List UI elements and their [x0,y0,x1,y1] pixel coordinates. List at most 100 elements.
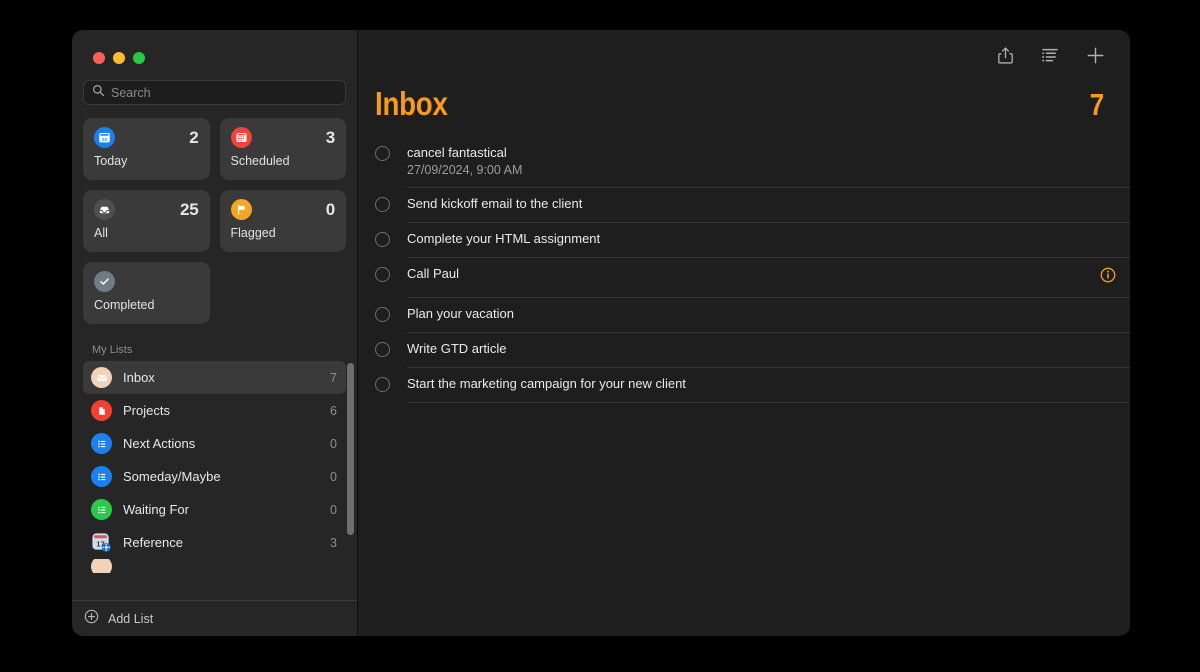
smart-card-scheduled[interactable]: 3 Scheduled [219,118,346,180]
reminder-body: Send kickoff email to the client [407,188,1130,223]
reminder-title: Plan your vacation [407,306,514,321]
reminder-body: cancel fantastical 27/09/2024, 9:00 AM [407,137,1130,188]
reminder-body: Start the marketing campaign for your ne… [407,368,1130,403]
add-list-button[interactable]: Add List [72,600,357,636]
list-options-button[interactable] [1039,44,1061,66]
sidebar-item-inbox[interactable]: Inbox 7 [83,361,346,394]
sidebar-item-inbox-count: 7 [330,370,337,385]
add-list-label: Add List [108,611,154,626]
reminder-title: Write GTD article [407,341,507,356]
page-title: Inbox [375,85,448,122]
search-box[interactable] [83,80,346,105]
sidebar-item-projects-count: 6 [330,403,337,418]
sidebar-item-waiting-for[interactable]: Waiting For 0 [83,493,346,526]
search-container [72,80,357,105]
reminder-body: Plan your vacation [407,298,1130,333]
calendar-icon [230,127,252,148]
window-controls [72,30,357,80]
sidebar-item-projects-label: Projects [123,403,170,418]
reminder-texts: cancel fantastical 27/09/2024, 9:00 AM [407,145,522,178]
smart-card-all[interactable]: 25 All [83,190,210,252]
tray-icon [94,199,115,220]
flag-icon [230,199,252,220]
reminder-texts: Send kickoff email to the client [407,196,582,211]
reminder-checkbox[interactable] [375,267,390,282]
sidebar: 23 2 Today [72,30,358,636]
smart-card-all-count: 25 [179,199,199,219]
add-reminder-button[interactable] [1084,44,1106,66]
reminder-row[interactable]: Send kickoff email to the client [358,188,1130,223]
main-content: Inbox 7 cancel fantastical 27/09/2024, 9… [358,30,1130,636]
reminder-texts: Plan your vacation [407,306,514,321]
reminder-title: Send kickoff email to the client [407,196,583,211]
sidebar-item-someday-maybe[interactable]: Someday/Maybe 0 [83,460,346,493]
smart-card-flagged-top: 0 [230,199,335,220]
reminder-body: Write GTD article [407,333,1130,368]
sidebar-item-waiting-for-label: Waiting For [123,502,189,517]
smart-card-today[interactable]: 23 2 Today [83,118,210,180]
reminders-window: 23 2 Today [72,30,1130,636]
reminder-row[interactable]: Complete your HTML assignment [358,223,1130,258]
smart-card-scheduled-label: Scheduled [230,154,290,168]
sidebar-item-partial[interactable] [83,559,346,573]
reminder-checkbox[interactable] [375,342,390,357]
reminder-title: Complete your HTML assignment [407,231,601,246]
smart-card-all-top: 25 [94,199,199,220]
sidebar-item-reference-count: 3 [330,535,337,550]
svg-text:23: 23 [102,137,107,142]
sidebar-scrollbar[interactable] [347,363,354,600]
reminder-due-date: 27/09/2024, 9:00 AM [407,163,523,177]
smart-card-completed[interactable]: Completed [83,262,210,324]
reminder-row[interactable]: Write GTD article [358,333,1130,368]
sidebar-item-next-actions[interactable]: Next Actions 0 [83,427,346,460]
my-lists-container: Inbox 7 Projects 6 Next Actions 0 Someda… [72,361,357,600]
reminder-body: Call Paul [407,258,1130,298]
search-input[interactable] [111,85,337,100]
reminder-texts: Complete your HTML assignment [407,231,600,246]
reminder-checkbox[interactable] [375,232,390,247]
smart-card-today-top: 23 2 [94,127,199,148]
smart-card-flagged[interactable]: 0 Flagged [219,190,346,252]
sidebar-item-waiting-for-count: 0 [330,502,337,517]
list-icon [91,466,112,487]
reminder-body: Complete your HTML assignment [407,223,1130,258]
share-button[interactable] [994,44,1016,66]
reminder-row[interactable]: cancel fantastical 27/09/2024, 9:00 AM [358,137,1130,188]
list-partial-icon [91,559,112,573]
reminders-list: cancel fantastical 27/09/2024, 9:00 AM S… [358,123,1130,403]
maximize-button[interactable] [133,52,145,64]
reminder-title: cancel fantastical [407,145,507,160]
smart-card-today-label: Today [94,154,128,168]
sidebar-item-reference[interactable]: 17 Reference 3 [83,526,346,559]
list-icon [91,499,112,520]
reminder-checkbox[interactable] [375,377,390,392]
sidebar-item-inbox-label: Inbox [123,370,155,385]
close-button[interactable] [93,52,105,64]
calendar-day-icon: 23 [94,127,115,148]
reminder-row[interactable]: Start the marketing campaign for your ne… [358,368,1130,403]
reminder-checkbox[interactable] [375,146,390,161]
list-header: Inbox 7 [358,80,1130,123]
sidebar-item-projects[interactable]: Projects 6 [83,394,346,427]
sidebar-item-next-actions-label: Next Actions [123,436,196,451]
reminder-title: Call Paul [407,266,460,281]
info-icon[interactable] [1100,267,1116,288]
minimize-button[interactable] [113,52,125,64]
reminder-row[interactable]: Call Paul [358,258,1130,298]
sidebar-scrollbar-thumb[interactable] [347,363,354,535]
sidebar-item-someday-maybe-count: 0 [330,469,337,484]
sidebar-item-reference-label: Reference [123,535,183,550]
envelope-icon [91,367,112,388]
my-lists-header: My Lists [92,344,133,356]
smart-card-completed-top [94,271,199,292]
reminder-checkbox[interactable] [375,307,390,322]
reminder-row[interactable]: Plan your vacation [358,298,1130,333]
smart-lists-grid: 23 2 Today 3 Scheduled 25 All 0 Flagged … [72,105,357,324]
document-icon [91,400,112,421]
reminder-texts: Start the marketing campaign for your ne… [407,376,686,391]
smart-card-all-label: All [94,226,108,240]
reminder-checkbox[interactable] [375,197,390,212]
reminder-texts: Call Paul [407,266,459,281]
smart-card-flagged-label: Flagged [230,226,276,240]
smart-card-today-count: 2 [189,127,199,147]
